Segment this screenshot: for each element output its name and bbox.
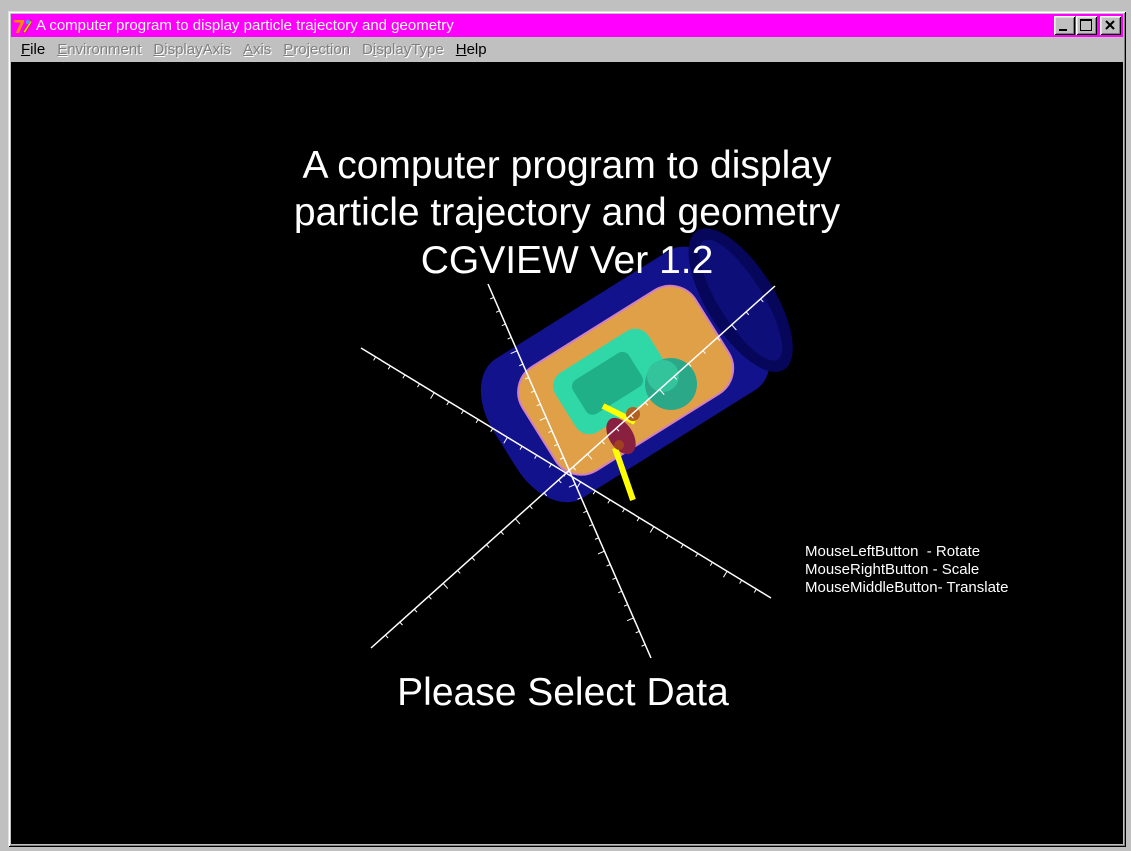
axis-tick	[446, 401, 450, 406]
title-bar[interactable]: 7 A computer program to display particle…	[11, 14, 1123, 37]
axis-tick	[495, 310, 500, 313]
axis-tick	[373, 356, 377, 361]
axis-tick	[490, 428, 494, 433]
axis-tick	[402, 374, 406, 379]
axis-tick	[500, 531, 504, 535]
3d-view-canvas[interactable]: A computer program to display particle t…	[11, 62, 1123, 844]
axis-tick	[695, 553, 699, 558]
menu-file[interactable]: File	[21, 41, 45, 58]
axis-tick	[680, 544, 684, 549]
maximize-button[interactable]	[1076, 16, 1097, 35]
menu-help[interactable]: Help	[456, 41, 487, 58]
app-icon[interactable]: 7	[13, 16, 33, 36]
axis-tick	[597, 550, 605, 555]
axis-tick	[583, 510, 588, 514]
axis-tick	[641, 644, 646, 647]
axis-tick	[507, 336, 512, 340]
axis-tick	[607, 499, 611, 504]
axis-tick	[430, 392, 435, 399]
mouse-help-translate: MouseMiddleButton- Translate	[805, 579, 1008, 596]
menu-axis[interactable]: Axis	[243, 41, 271, 58]
menu-displaytype[interactable]: DisplayType	[362, 41, 444, 58]
axis-tick	[501, 323, 506, 327]
close-icon	[1105, 20, 1115, 30]
axis-tick	[399, 621, 403, 626]
app-window: 7 A computer program to display particle…	[8, 11, 1126, 847]
scene-svg: A computer program to display particle t…	[294, 144, 1009, 714]
menu-environment[interactable]: Environment	[57, 41, 141, 58]
axis-tick	[649, 526, 655, 533]
heading-line-3: CGVIEW Ver 1.2	[421, 239, 714, 282]
axis-tick	[387, 365, 391, 370]
menu-projection[interactable]: Projection	[283, 41, 350, 58]
heading-line-1: A computer program to display	[303, 144, 832, 187]
axis-tick	[385, 634, 389, 639]
axis-tick	[622, 508, 625, 513]
window-title: A computer program to display particle t…	[36, 17, 454, 34]
axis-tick	[606, 564, 611, 567]
menu-displayaxis[interactable]: DisplayAxis	[153, 41, 231, 58]
axis-tick	[529, 505, 533, 510]
axis-tick	[413, 608, 418, 613]
axis-tick	[612, 577, 617, 580]
axis-tick	[460, 410, 464, 415]
axis-tick	[489, 296, 495, 300]
axis-tick	[594, 537, 599, 540]
mouse-help-rotate: MouseLeftButton - Rotate	[805, 543, 980, 560]
axis-tick	[623, 604, 628, 607]
axis-tick	[588, 523, 593, 527]
axis-tick	[514, 518, 521, 525]
axis-tick	[709, 562, 713, 566]
axis-tick	[753, 588, 757, 593]
axis-tick	[592, 490, 596, 495]
axis-tick	[739, 579, 743, 584]
svg-text:7: 7	[13, 17, 26, 36]
heading-line-2: particle trajectory and geometry	[294, 191, 841, 234]
select-data-prompt: Please Select Data	[397, 671, 729, 714]
axis-tick	[457, 570, 461, 574]
menu-bar: File Environment DisplayAxis Axis Projec…	[11, 38, 1123, 61]
axis-tick	[665, 535, 669, 540]
axis-tick	[723, 570, 728, 578]
mouse-help-scale: MouseRightButton - Scale	[805, 561, 979, 578]
axis-tick	[475, 419, 479, 424]
axis-tick	[626, 617, 634, 622]
close-button[interactable]	[1100, 16, 1121, 35]
axis-tick	[471, 557, 476, 561]
axis-tick	[635, 630, 640, 634]
minimize-button[interactable]	[1054, 16, 1075, 35]
axis-tick	[442, 583, 449, 589]
axis-tick	[486, 544, 490, 548]
axis-tick	[618, 590, 623, 594]
axis-tick	[417, 383, 420, 388]
axis-tick	[428, 595, 432, 600]
axis-tick	[636, 517, 640, 522]
